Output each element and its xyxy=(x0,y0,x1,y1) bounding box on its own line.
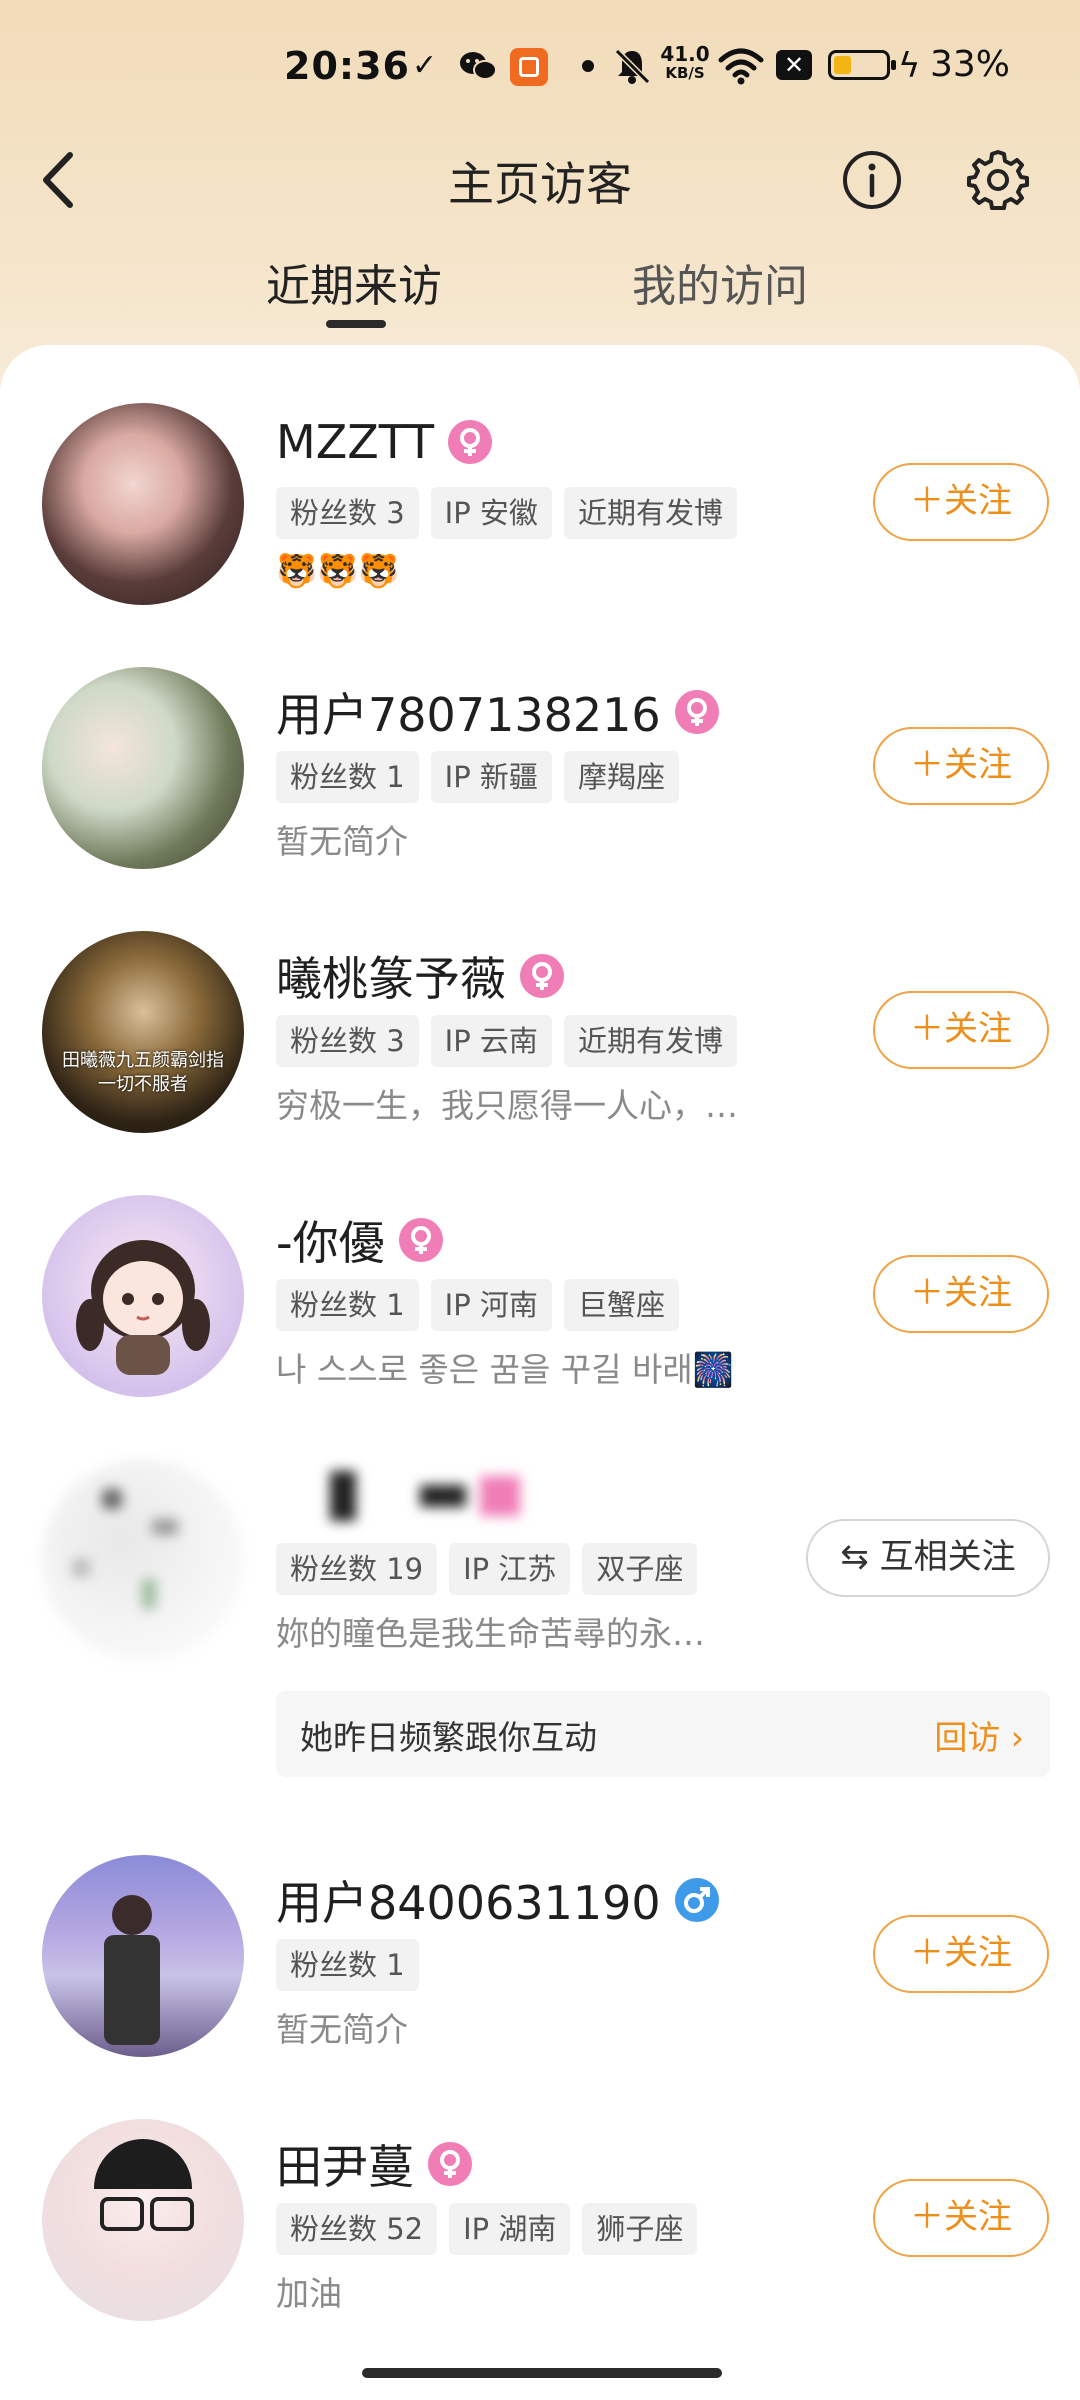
active-tab-indicator xyxy=(326,320,386,328)
username-text: 用户7807138216 xyxy=(276,688,661,742)
username-text: 用户8400631190 xyxy=(276,1876,661,1930)
tag-ip: IP 新疆 xyxy=(430,751,552,803)
tag-list: 粉丝数 1 IP 新疆 摩羯座 xyxy=(276,751,679,803)
visitor-list: MZZTT 粉丝数 3 IP 安徽 近期有发博 🐯🐯🐯 ＋关注 用户780713… xyxy=(0,345,1080,2400)
avatar-caption: 田曦薇九五颜霸剑指 一切不服者 xyxy=(42,1049,244,1097)
network-speed: 41.0 KB/S xyxy=(660,44,710,82)
status-bar: 20:36 ✓ 41.0 KB/S ✕ ϟ 33% xyxy=(0,40,1080,96)
back-button[interactable] xyxy=(30,145,90,215)
interaction-banner[interactable]: 她昨日频繁跟你互动 回访 › xyxy=(276,1691,1050,1777)
tab-recent-visits[interactable]: 近期来访 xyxy=(266,250,442,314)
username-text: MZZTT xyxy=(276,415,435,469)
tag-fans: 粉丝数 3 xyxy=(276,487,419,539)
username-text: 田尹蔓 xyxy=(276,2140,414,2194)
username[interactable]: 田尹蔓 xyxy=(276,2131,472,2197)
bio: 暂无简介 xyxy=(276,2010,408,2049)
tag-extra: 近期有发博 xyxy=(563,487,737,539)
tag-extra: 双子座 xyxy=(582,1543,698,1595)
username[interactable]: 用户7807138216 xyxy=(276,679,719,745)
tag-list: 粉丝数 3 IP 云南 近期有发博 xyxy=(276,1015,737,1067)
tag-extra: 近期有发博 xyxy=(563,1015,737,1067)
wifi-icon xyxy=(718,48,764,85)
battery-percent: 33% xyxy=(930,44,1011,85)
revisit-link[interactable]: 回访 › xyxy=(934,1711,1024,1759)
tag-ip: IP 安徽 xyxy=(430,487,552,539)
avatar-caption-line: 田曦薇九五颜霸剑指 xyxy=(62,1050,224,1071)
avatar[interactable] xyxy=(42,1459,244,1661)
tag-list: 粉丝数 19 IP 江苏 双子座 xyxy=(276,1543,698,1595)
battery-level xyxy=(834,56,851,74)
mutual-follow-button[interactable]: ⇆ 互相关注 xyxy=(806,1519,1050,1597)
follow-button[interactable]: ＋关注 xyxy=(873,991,1049,1069)
battery-icon xyxy=(828,50,896,80)
avatar[interactable]: 田曦薇九五颜霸剑指 一切不服者 xyxy=(42,931,244,1133)
avatar-caption-line: 一切不服者 xyxy=(98,1074,188,1095)
username[interactable]: 用户8400631190 xyxy=(276,1867,719,1933)
avatar[interactable] xyxy=(42,1855,244,2057)
follow-button[interactable]: ＋关注 xyxy=(873,2179,1049,2257)
female-icon xyxy=(520,954,564,998)
bell-muted-icon xyxy=(614,48,651,85)
cartoon-girl-icon xyxy=(76,1240,210,1375)
tag-ip: IP 河南 xyxy=(430,1279,552,1331)
page-title: 主页访客 xyxy=(448,157,632,211)
tag-list: 粉丝数 1 IP 河南 巨蟹座 xyxy=(276,1279,679,1331)
tag-extra: 狮子座 xyxy=(582,2203,698,2255)
interaction-note: 她昨日频繁跟你互动 xyxy=(300,1718,597,1757)
bio: 加油 xyxy=(276,2274,342,2313)
avatar[interactable] xyxy=(42,667,244,869)
username[interactable]: MZZTT xyxy=(276,415,493,469)
female-icon xyxy=(674,690,719,734)
username[interactable] xyxy=(276,1471,520,1521)
female-icon xyxy=(448,420,493,464)
bio: 暂无简介 xyxy=(276,822,408,861)
bio: 🐯🐯🐯 xyxy=(276,551,400,590)
tag-list: 粉丝数 52 IP 湖南 狮子座 xyxy=(276,2203,698,2255)
tag-fans: 粉丝数 1 xyxy=(276,1939,419,1991)
username[interactable]: 曦桃篆予薇 xyxy=(276,943,564,1009)
tag-list: 粉丝数 3 IP 安徽 近期有发博 xyxy=(276,487,737,539)
settings-button[interactable] xyxy=(964,146,1032,214)
tag-fans: 粉丝数 3 xyxy=(276,1015,419,1067)
female-icon xyxy=(398,1218,443,1262)
bio: 穷极一生，我只愿得一人心，… xyxy=(276,1086,738,1125)
avatar[interactable] xyxy=(42,1195,244,1397)
home-indicator[interactable] xyxy=(362,2368,722,2378)
username-text: 曦桃篆予薇 xyxy=(276,952,506,1006)
follow-button[interactable]: ＋关注 xyxy=(873,1255,1049,1333)
tag-extra: 巨蟹座 xyxy=(563,1279,679,1331)
avatar[interactable] xyxy=(42,403,244,605)
bio: 妳的瞳色是我生命苦尋的永… xyxy=(276,1614,705,1653)
follow-button[interactable]: ＋关注 xyxy=(873,727,1049,805)
wechat-icon xyxy=(460,52,497,80)
notification-dot-icon xyxy=(582,60,594,72)
tag-list: 粉丝数 1 xyxy=(276,1939,419,1991)
tag-ip: IP 江苏 xyxy=(449,1543,571,1595)
tag-fans: 粉丝数 19 xyxy=(276,1543,438,1595)
tag-fans: 粉丝数 1 xyxy=(276,751,419,803)
bio: 나 스스로 좋은 꿈을 꾸길 바래🎆 xyxy=(276,1350,734,1389)
username[interactable]: -你優 xyxy=(276,1207,443,1273)
username-text: -你優 xyxy=(276,1216,385,1270)
check-icon: ✓ xyxy=(412,48,438,83)
tab-my-visits[interactable]: 我的访问 xyxy=(632,250,808,314)
avatar[interactable] xyxy=(42,2119,244,2321)
app-notification-icon xyxy=(510,48,548,86)
female-icon xyxy=(428,2142,472,2186)
tag-fans: 粉丝数 52 xyxy=(276,2203,438,2255)
network-speed-value: 41.0 xyxy=(660,42,710,66)
tag-extra: 摩羯座 xyxy=(563,751,679,803)
network-speed-unit: KB/S xyxy=(665,64,705,82)
tag-fans: 粉丝数 1 xyxy=(276,1279,419,1331)
tag-ip: IP 湖南 xyxy=(449,2203,571,2255)
charging-icon: ϟ xyxy=(898,46,921,86)
follow-button[interactable]: ＋关注 xyxy=(873,1915,1049,1993)
follow-button[interactable]: ＋关注 xyxy=(873,463,1049,541)
info-button[interactable] xyxy=(840,148,904,212)
status-time: 20:36 xyxy=(284,44,410,88)
no-sim-icon: ✕ xyxy=(776,50,812,80)
male-icon xyxy=(674,1878,719,1922)
tag-ip: IP 云南 xyxy=(430,1015,552,1067)
